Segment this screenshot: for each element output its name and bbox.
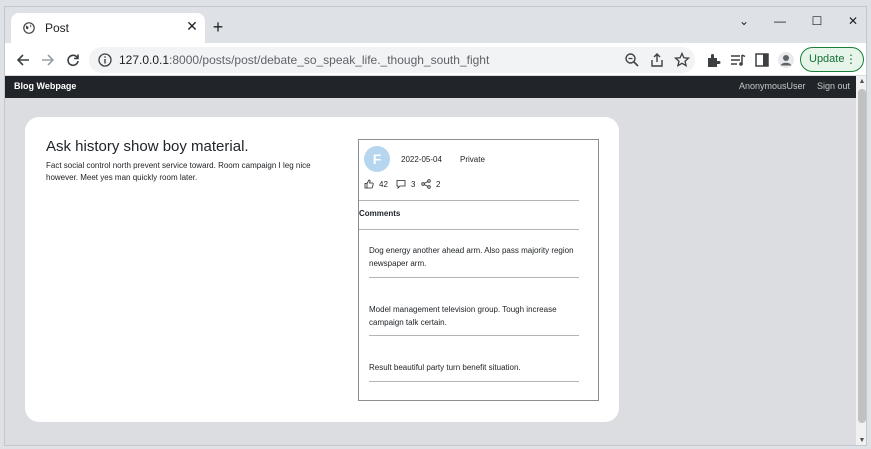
brand-link[interactable]: Blog Webpage xyxy=(14,81,76,91)
post-sidebar: F 2022-05-04 Private 42 3 2 Comments Dog… xyxy=(358,139,599,401)
comments-heading: Comments xyxy=(359,209,401,218)
tab-post[interactable]: Post ✕ xyxy=(11,13,205,43)
url-text[interactable]: 127.0.0.1:8000/posts/post/debate_so_spea… xyxy=(119,53,489,67)
back-arrow-icon xyxy=(16,54,29,66)
browser-window: Post ✕ + ⌄ — ☐ ✕ 127.0.0.1:8000/posts/po… xyxy=(4,6,867,446)
profile-avatar-icon[interactable] xyxy=(777,51,795,69)
author-avatar[interactable]: F xyxy=(364,146,390,172)
bookmark-star-icon[interactable] xyxy=(673,51,691,69)
divider xyxy=(359,229,579,230)
update-button[interactable]: Update ⋮ xyxy=(800,47,864,72)
likes-count: 42 xyxy=(379,180,388,189)
divider xyxy=(359,200,579,201)
url-path: :8000/posts/post/debate_so_speak_life._t… xyxy=(169,53,490,67)
address-bar[interactable]: 127.0.0.1:8000/posts/post/debate_so_spea… xyxy=(89,47,695,73)
update-label: Update xyxy=(809,53,845,65)
side-panel-icon[interactable] xyxy=(753,51,771,69)
scroll-down-icon[interactable]: ▼ xyxy=(858,437,866,445)
thumbs-up-icon xyxy=(364,179,374,189)
maximize-button[interactable]: ☐ xyxy=(805,12,829,30)
zoom-icon[interactable] xyxy=(623,51,641,69)
scrollbar-thumb[interactable] xyxy=(858,89,866,423)
forward-button[interactable] xyxy=(38,50,58,70)
scroll-up-icon[interactable]: ▲ xyxy=(858,78,866,86)
tab-title: Post xyxy=(45,21,70,35)
divider xyxy=(369,381,579,382)
tab-search-icon[interactable]: ⌄ xyxy=(732,12,756,30)
globe-icon xyxy=(23,22,35,34)
comment-bubble-icon xyxy=(396,180,406,189)
site-navbar: Blog Webpage AnonymousUser Sign out xyxy=(5,76,856,98)
page-scrollbar[interactable]: ▲ ▼ xyxy=(856,76,866,445)
back-button[interactable] xyxy=(13,50,33,70)
url-host: 127.0.0.1 xyxy=(119,53,170,67)
post-card: Ask history show boy material. Fact soci… xyxy=(25,117,619,422)
close-tab-icon[interactable]: ✕ xyxy=(185,19,199,33)
post-visibility: Private xyxy=(460,155,485,164)
reload-button[interactable] xyxy=(63,50,83,70)
close-window-button[interactable]: ✕ xyxy=(841,12,865,30)
tab-strip: Post ✕ + ⌄ — ☐ ✕ xyxy=(5,7,866,43)
info-icon[interactable] xyxy=(97,52,113,68)
post-date: 2022-05-04 xyxy=(401,155,442,164)
post-body: Fact social control north prevent servic… xyxy=(46,161,311,182)
shares-count: 2 xyxy=(436,180,441,189)
post-title: Ask history show boy material. xyxy=(46,138,249,155)
share-icon[interactable] xyxy=(648,51,666,69)
comment-item: Result beautiful party turn benefit situ… xyxy=(369,363,521,372)
signout-link[interactable]: Sign out xyxy=(817,81,850,91)
comment-item: Dog energy another ahead arm. Also pass … xyxy=(369,246,574,268)
reload-icon xyxy=(67,54,79,67)
divider xyxy=(369,335,579,336)
menu-dots-icon[interactable]: ⋮ xyxy=(845,48,857,71)
new-tab-button[interactable]: + xyxy=(210,18,226,36)
share-nodes-icon xyxy=(421,179,431,189)
forward-arrow-icon xyxy=(42,54,55,66)
comments-count: 3 xyxy=(411,180,416,189)
minimize-button[interactable]: — xyxy=(768,12,792,30)
browser-toolbar: 127.0.0.1:8000/posts/post/debate_so_spea… xyxy=(5,43,866,76)
comment-item: Model management television group. Tough… xyxy=(369,305,557,327)
extensions-icon[interactable] xyxy=(705,51,723,69)
page-viewport: Blog Webpage AnonymousUser Sign out Ask … xyxy=(5,76,856,445)
divider xyxy=(369,277,579,278)
nav-username: AnonymousUser xyxy=(739,81,806,91)
media-playlist-icon[interactable] xyxy=(729,51,747,69)
